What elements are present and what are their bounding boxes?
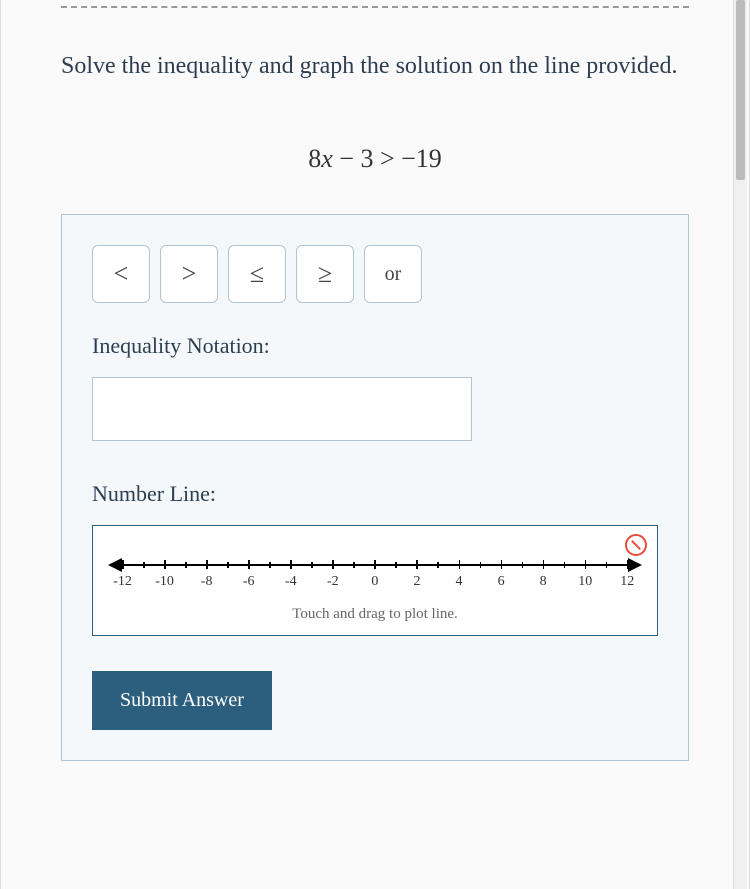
numberline-tick-label: -10	[155, 574, 174, 590]
arrow-right-icon	[628, 558, 642, 572]
numberline-tick-label: -4	[285, 574, 297, 590]
numberline-tick-label: 10	[578, 574, 592, 590]
numberline-minor-tick	[311, 560, 312, 590]
numberline-tick: 8	[543, 560, 544, 590]
gt-button[interactable]: >	[160, 245, 218, 303]
numberline-tick: 10	[585, 560, 586, 590]
numberline-minor-tick	[564, 560, 565, 590]
numberline-tick-label: -2	[327, 574, 339, 590]
numberline-tick-label: 8	[540, 574, 547, 590]
numberline-minor-tick	[185, 560, 186, 590]
numberline-minor-tick	[522, 560, 523, 590]
numberline-tick: -8	[206, 560, 207, 590]
inequality-equation: 8x − 3 > −19	[31, 144, 719, 174]
clear-line-icon[interactable]	[625, 534, 647, 556]
le-button[interactable]: ≤	[228, 245, 286, 303]
numberline-minor-tick	[353, 560, 354, 590]
ge-button[interactable]: ≥	[296, 245, 354, 303]
rhs: −19	[401, 144, 442, 173]
numberline-minor-tick	[606, 560, 607, 590]
numberline-tick-label: -8	[201, 574, 213, 590]
const: 3	[360, 144, 373, 173]
numberline-ticks: -12 -10 -8 -6 -4 -2 0 2 4 6 8 10 12	[122, 560, 628, 590]
inequality-input[interactable]	[92, 377, 472, 441]
numberline-minor-tick	[227, 560, 228, 590]
scrollbar[interactable]	[733, 0, 747, 889]
lt-button[interactable]: <	[92, 245, 150, 303]
numberline[interactable]: -12 -10 -8 -6 -4 -2 0 2 4 6 8 10 12	[108, 556, 642, 596]
inequality-label: Inequality Notation:	[92, 333, 658, 359]
numberline-minor-tick	[269, 560, 270, 590]
numberline-minor-tick	[480, 560, 481, 590]
numberline-minor-tick	[395, 560, 396, 590]
numberline-tick: 12	[627, 560, 628, 590]
answer-panel: < > ≤ ≥ or Inequality Notation: Number L…	[61, 214, 689, 761]
numberline-tick: -10	[164, 560, 165, 590]
problem-page: Solve the inequality and graph the solut…	[0, 0, 750, 889]
numberline-tick-label: 2	[413, 574, 420, 590]
numberline-tick: 2	[416, 560, 417, 590]
numberline-container: -12 -10 -8 -6 -4 -2 0 2 4 6 8 10 12 Touch and drag t…	[92, 525, 658, 636]
numberline-tick-label: 4	[456, 574, 463, 590]
numberline-tick: -12	[122, 560, 123, 590]
numberline-label: Number Line:	[92, 481, 658, 507]
question-text: Solve the inequality and graph the solut…	[31, 8, 719, 114]
numberline-tick-label: 6	[498, 574, 505, 590]
numberline-tick-label: 12	[620, 574, 634, 590]
numberline-tick: -2	[332, 560, 333, 590]
comparator: >	[380, 144, 395, 173]
numberline-minor-tick	[437, 560, 438, 590]
minus-op: −	[339, 144, 354, 173]
variable: x	[321, 144, 333, 173]
numberline-minor-tick	[143, 560, 144, 590]
submit-button[interactable]: Submit Answer	[92, 671, 272, 730]
numberline-tick: -6	[248, 560, 249, 590]
or-button[interactable]: or	[364, 245, 422, 303]
numberline-tick-label: -6	[243, 574, 255, 590]
numberline-tick: 6	[501, 560, 502, 590]
scrollbar-thumb[interactable]	[736, 0, 745, 180]
numberline-hint: Touch and drag to plot line.	[103, 606, 647, 623]
numberline-tick: -4	[290, 560, 291, 590]
coef: 8	[308, 144, 321, 173]
operator-row: < > ≤ ≥ or	[92, 245, 658, 303]
numberline-tick: 0	[374, 560, 375, 590]
numberline-tick-label: 0	[371, 574, 378, 590]
numberline-tick: 4	[459, 560, 460, 590]
numberline-tick-label: -12	[113, 574, 132, 590]
